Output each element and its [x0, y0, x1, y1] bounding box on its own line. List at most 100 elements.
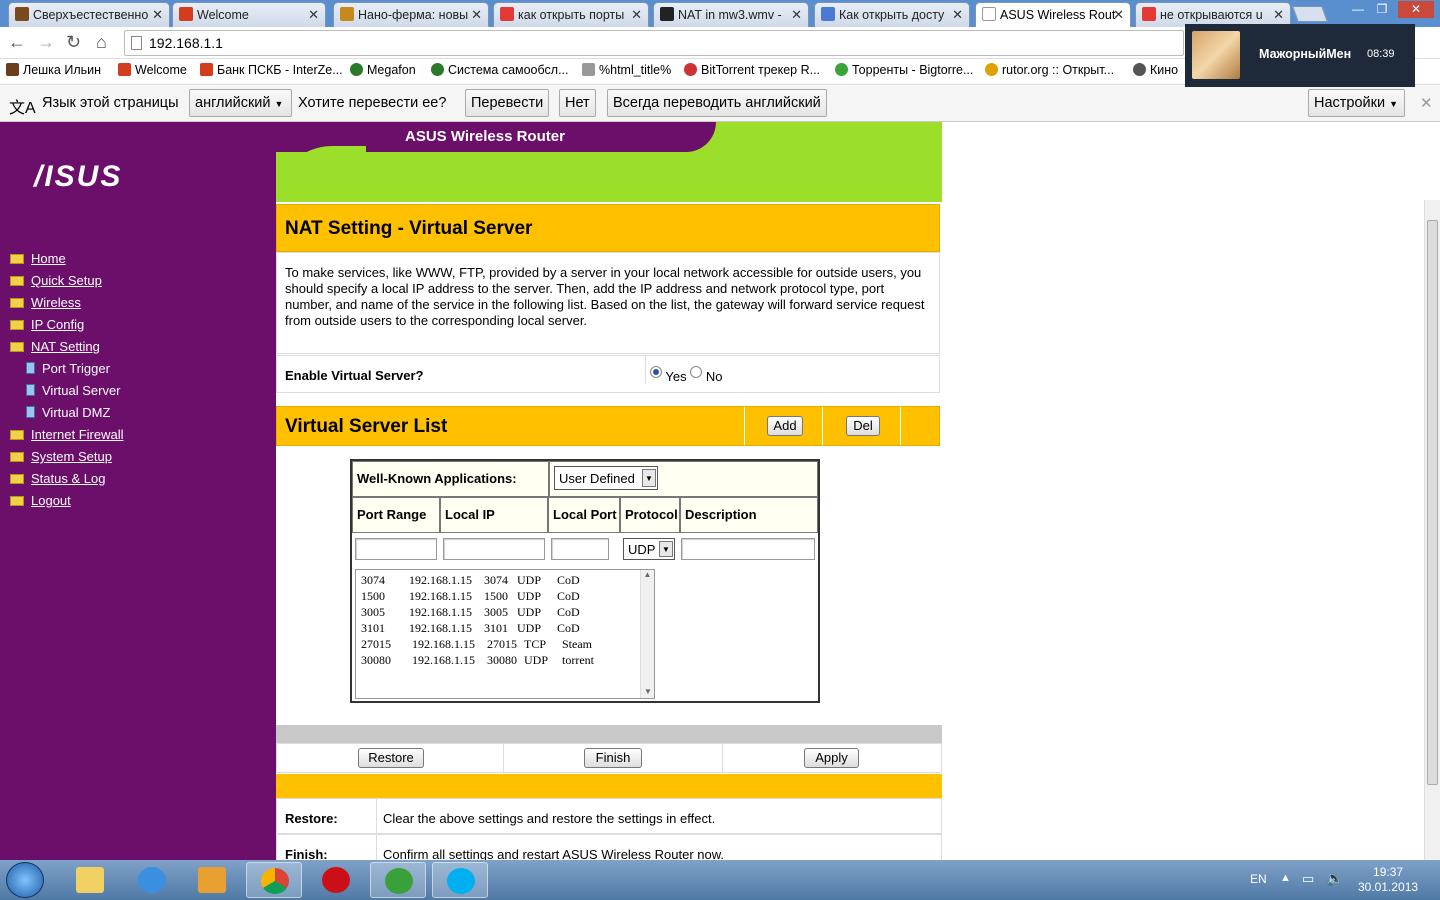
- browser-tab[interactable]: Как открыть досту ✕: [814, 2, 970, 27]
- page-scrollbar[interactable]: [1424, 200, 1440, 860]
- bookmark-item[interactable]: Megafon: [350, 63, 416, 77]
- browser-tab[interactable]: как открыть порты ✕: [493, 2, 649, 27]
- local-port-input[interactable]: [551, 538, 609, 560]
- protocol-select[interactable]: UDP ▼: [623, 538, 675, 560]
- list-item[interactable]: 3074 192.168.1.15 3074 UDP CoD: [361, 573, 580, 588]
- clock[interactable]: 19:37 30.01.2013: [1358, 865, 1418, 895]
- browser-tab[interactable]: Сверхъестественно ✕: [8, 2, 170, 27]
- taskbar-opera[interactable]: [308, 862, 364, 898]
- back-icon[interactable]: ←: [8, 32, 26, 53]
- list-item[interactable]: 3005 192.168.1.15 3005 UDP CoD: [361, 605, 580, 620]
- tab-close-icon[interactable]: ✕: [308, 7, 319, 23]
- local-ip-input[interactable]: [443, 538, 545, 560]
- bookmark-item[interactable]: rutor.org :: Открыт...: [985, 63, 1114, 77]
- menu-item-quick-setup[interactable]: Quick Setup: [10, 273, 102, 288]
- del-button[interactable]: Del: [846, 416, 880, 436]
- close-icon[interactable]: ✕: [1420, 94, 1433, 112]
- tab-close-icon[interactable]: ✕: [791, 7, 802, 23]
- help-row-restore: Restore: Clear the above settings and re…: [276, 798, 942, 835]
- bookmark-item[interactable]: Торренты - Bigtorre...: [835, 63, 973, 77]
- address-bar[interactable]: 192.168.1.1: [124, 30, 1184, 56]
- menu-item-wireless[interactable]: Wireless: [10, 295, 81, 310]
- tab-close-icon[interactable]: ✕: [471, 7, 482, 23]
- submenu-item-port-trigger[interactable]: Port Trigger: [26, 361, 110, 376]
- browser-tab[interactable]: Welcome ✕: [172, 2, 326, 27]
- virtual-server-list-bar: Virtual Server List Add Del: [276, 406, 940, 446]
- restore-button[interactable]: Restore: [358, 748, 424, 768]
- list-scrollbar[interactable]: ▲ ▼: [640, 570, 654, 698]
- reload-icon[interactable]: ↻: [66, 32, 81, 53]
- bookmark-item[interactable]: BitTorrent трекер R...: [684, 63, 820, 77]
- forward-icon[interactable]: →: [37, 32, 55, 53]
- language-indicator[interactable]: EN: [1250, 872, 1267, 886]
- translate-settings-button[interactable]: Настройки ▼: [1308, 89, 1405, 117]
- tab-close-icon[interactable]: ✕: [1113, 7, 1124, 23]
- chat-notification[interactable]: МажорныйМен 08:39: [1185, 24, 1415, 87]
- taskbar-utorrent[interactable]: [370, 862, 426, 898]
- menu-item-system-setup[interactable]: System Setup: [10, 449, 112, 464]
- menu-item-logout[interactable]: Logout: [10, 493, 71, 508]
- menu-item-status-log[interactable]: Status & Log: [10, 471, 105, 486]
- start-button[interactable]: [6, 862, 44, 898]
- tab-close-icon[interactable]: ✕: [631, 7, 642, 23]
- bookmark-item[interactable]: Кино: [1133, 63, 1178, 77]
- add-button[interactable]: Add: [767, 416, 803, 436]
- submenu-item-virtual-dmz[interactable]: Virtual DMZ: [26, 405, 110, 420]
- home-icon[interactable]: ⌂: [96, 32, 107, 53]
- browser-tab-active[interactable]: ASUS Wireless Rout ✕: [975, 2, 1131, 27]
- menu-item-home[interactable]: Home: [10, 251, 66, 266]
- bookmark-icon: [431, 63, 444, 76]
- browser-tab[interactable]: NAT in mw3.wmv - ✕: [653, 2, 809, 27]
- radio-yes[interactable]: [650, 366, 662, 378]
- well-known-select[interactable]: User Defined ▼: [554, 466, 658, 490]
- apply-button[interactable]: Apply: [804, 748, 859, 768]
- tray-expand-icon[interactable]: ▲: [1280, 872, 1291, 884]
- list-item[interactable]: 27015 192.168.1.15 27015 TCP Steam: [361, 637, 592, 652]
- folder-icon: [10, 496, 24, 506]
- finish-button[interactable]: Finish: [584, 748, 642, 768]
- scroll-down-icon[interactable]: ▼: [644, 687, 652, 696]
- port-range-input[interactable]: [355, 538, 437, 560]
- language-select[interactable]: английский ▼: [189, 89, 292, 117]
- folder-icon: [10, 452, 24, 462]
- scrollbar-thumb[interactable]: [1427, 220, 1438, 785]
- taskbar-media[interactable]: [184, 862, 240, 898]
- bookmark-item[interactable]: Система самообсл...: [431, 63, 569, 77]
- divider: [376, 835, 377, 860]
- no-translate-button[interactable]: Нет: [559, 89, 596, 117]
- submenu-item-virtual-server[interactable]: Virtual Server: [26, 383, 121, 398]
- close-window-button[interactable]: ✕: [1398, 1, 1434, 18]
- tab-close-icon[interactable]: ✕: [952, 7, 963, 23]
- browser-tab[interactable]: Нано-ферма: новы ✕: [333, 2, 489, 27]
- menu-item-internet-firewall[interactable]: Internet Firewall: [10, 427, 123, 442]
- taskbar-skype[interactable]: [432, 862, 488, 898]
- translate-button[interactable]: Перевести: [465, 89, 550, 117]
- bookmark-item[interactable]: Welcome: [118, 63, 187, 77]
- network-icon[interactable]: ▭: [1302, 871, 1314, 887]
- tab-close-icon[interactable]: ✕: [152, 7, 163, 23]
- scroll-up-icon[interactable]: ▲: [644, 570, 652, 579]
- new-tab-button[interactable]: [1292, 6, 1328, 22]
- taskbar-ie[interactable]: [124, 862, 180, 898]
- enable-virtual-server-row: Enable Virtual Server? Yes No: [276, 355, 940, 393]
- list-item[interactable]: 1500 192.168.1.15 1500 UDP CoD: [361, 589, 580, 604]
- list-item[interactable]: 30080 192.168.1.15 30080 UDP torrent: [361, 653, 594, 668]
- tab-close-icon[interactable]: ✕: [1273, 7, 1284, 23]
- bookmark-item[interactable]: Банк ПСКБ - InterZe...: [200, 63, 343, 77]
- list-item[interactable]: 3101 192.168.1.15 3101 UDP CoD: [361, 621, 580, 636]
- col-header-local-ip: Local IP: [440, 497, 548, 533]
- chevron-down-icon: ▼: [1389, 99, 1399, 109]
- taskbar-explorer[interactable]: [62, 862, 118, 898]
- bookmark-item[interactable]: Лешка Ильин: [6, 63, 101, 77]
- radio-no[interactable]: [690, 366, 703, 378]
- chevron-down-icon: ▼: [274, 99, 284, 109]
- maximize-button[interactable]: ❐: [1368, 1, 1396, 18]
- volume-icon[interactable]: 🔈: [1326, 870, 1343, 887]
- menu-item-nat-setting[interactable]: NAT Setting: [10, 339, 100, 354]
- taskbar-chrome[interactable]: [246, 862, 302, 898]
- virtual-server-list[interactable]: 3074 192.168.1.15 3074 UDP CoD 1500 192.168.1…: [355, 569, 655, 699]
- always-translate-button[interactable]: Всегда переводить английский: [607, 89, 827, 117]
- bookmark-item[interactable]: %html_title%: [582, 63, 671, 77]
- description-input[interactable]: [681, 538, 815, 560]
- menu-item-ip-config[interactable]: IP Config: [10, 317, 84, 332]
